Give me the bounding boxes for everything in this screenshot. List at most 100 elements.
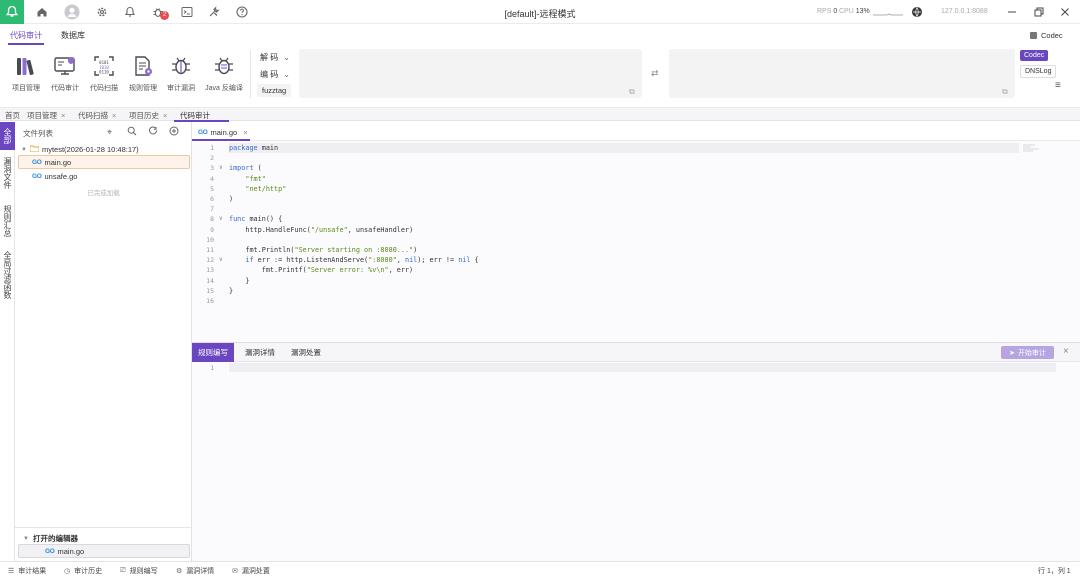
refresh-icon[interactable] [148, 126, 158, 138]
network-icon[interactable] [910, 5, 924, 19]
toolbar-divider [250, 50, 251, 98]
tool-audit-vulns[interactable]: 审计漏洞 [164, 54, 198, 93]
encode-dropdown[interactable]: 编 码 ⌄ [260, 69, 290, 80]
menu-database[interactable]: 数据库 [61, 30, 85, 41]
line-number: 4 [210, 174, 214, 183]
tab-vuln-handling[interactable]: 漏洞处置 [285, 343, 327, 362]
line-number: 15 [206, 286, 214, 295]
loaded-hint: 已完成加载 [87, 190, 120, 197]
server-address: 127.0.0.1:8088 [941, 8, 988, 15]
page-tabs: 首页 项目管理 × 代码扫描 × 项目历史 × 代码审计 [0, 107, 1080, 122]
tab-project-management[interactable]: 项目管理 × [27, 110, 65, 121]
code-line: if err := http.ListenAndServe(":8080", n… [245, 256, 479, 265]
fold-chevron-icon[interactable]: ∨ [219, 256, 223, 263]
codec-input-area[interactable] [299, 49, 642, 98]
codec-button[interactable]: Codec [1020, 50, 1049, 61]
tools-icon[interactable] [207, 5, 221, 19]
rail-vuln-files[interactable]: 漏洞文件 [0, 152, 15, 194]
status-audit-history[interactable]: ◷ 审计历史 [64, 566, 102, 576]
status-audit-results[interactable]: ☰ 审计结果 [8, 566, 46, 576]
go-file-icon: GO [32, 159, 42, 166]
tab-rule-writing[interactable]: 规则编写 [192, 343, 234, 362]
codec-output-area[interactable] [669, 49, 1015, 98]
tool-label: 代码扫描 [90, 85, 118, 92]
close-icon[interactable]: × [1063, 346, 1069, 357]
line-number: 8 [210, 215, 214, 224]
home-icon[interactable] [35, 5, 49, 19]
folder-icon [29, 145, 40, 154]
close-icon[interactable]: × [112, 111, 116, 120]
file-list-title: 文件列表 [23, 129, 53, 138]
codec-top-button[interactable]: Codec [1030, 31, 1063, 40]
status-rule-writing[interactable]: ⎚ 规则编写 [120, 566, 158, 576]
rail-rule-summary[interactable]: 规则汇总 [0, 200, 15, 242]
help-icon[interactable] [235, 5, 249, 19]
minimize-icon[interactable] [1005, 5, 1019, 19]
chevron-down-icon: ▼ [23, 535, 29, 542]
close-icon[interactable]: × [243, 128, 247, 137]
line-number: 7 [210, 205, 214, 214]
fold-chevron-icon[interactable]: ∨ [219, 164, 223, 171]
copy-icon[interactable]: ⧉ [1002, 87, 1008, 97]
tab-code-scan[interactable]: 代码扫描 × [78, 110, 116, 121]
tool-label: 代码审计 [51, 85, 79, 92]
gear-icon[interactable] [95, 5, 109, 19]
tool-label: 审计漏洞 [167, 85, 195, 92]
restore-icon[interactable] [1032, 5, 1046, 19]
sort-icon[interactable]: ≡ [1055, 80, 1061, 91]
editor-tab-main-go[interactable]: GO main.go × [198, 128, 248, 137]
file-unsafe-go[interactable]: GO unsafe.go [32, 172, 77, 181]
tool-code-audit[interactable]: 代码审计 [48, 54, 82, 93]
app-logo-icon[interactable] [0, 0, 24, 24]
project-folder[interactable]: ▼ mytest(2026-01-28 10:48:17) [21, 145, 139, 154]
open-editor-row[interactable] [18, 544, 190, 558]
code-line: func main() { [229, 215, 283, 224]
menu-active-indicator [8, 43, 44, 45]
close-icon[interactable]: × [163, 111, 167, 120]
clock-icon: ◷ [64, 568, 71, 575]
tool-project-management[interactable]: 项目管理 [9, 54, 43, 93]
file-main-go[interactable]: GO main.go [32, 158, 71, 167]
tool-code-scan[interactable]: 0101 1010 0110 代码扫描 [87, 54, 121, 93]
line-number: 13 [206, 266, 214, 275]
line-number: 3 [210, 164, 214, 173]
add-icon[interactable] [169, 126, 179, 138]
fuzztag-button[interactable]: fuzztag [257, 84, 292, 97]
decode-dropdown[interactable]: 解 码 ⌄ [260, 52, 290, 63]
tool-label: Java 反编译 [205, 85, 243, 92]
tool-label: 规则管理 [129, 85, 157, 92]
rail-all[interactable]: 全部 [0, 122, 15, 150]
rail-global-filter[interactable]: 全局过滤函数 [0, 246, 15, 304]
user-avatar-icon[interactable] [64, 4, 80, 20]
terminal-icon[interactable] [180, 5, 194, 19]
line-number: 2 [210, 154, 214, 163]
dnslog-button[interactable]: DNSLog [1020, 65, 1057, 78]
start-audit-button[interactable]: ➤ 开始审计 [1001, 346, 1054, 359]
bug-scan-icon [169, 54, 193, 78]
open-editors-header[interactable]: ▼ 打开的编辑器 [23, 533, 78, 544]
search-icon[interactable] [127, 126, 137, 138]
svg-text:0110: 0110 [99, 70, 109, 75]
copy-icon[interactable]: ⧉ [629, 87, 635, 97]
minimap[interactable] [1023, 144, 1045, 152]
close-window-icon[interactable] [1058, 5, 1072, 19]
tab-home[interactable]: 首页 [5, 110, 20, 121]
status-vuln-details[interactable]: ⚙ 漏洞详情 [176, 566, 214, 576]
tab-vuln-details[interactable]: 漏洞详情 [239, 343, 281, 362]
bell-icon[interactable] [123, 5, 137, 19]
cursor-position: 行 1，列 1 [1038, 568, 1071, 575]
code-line: "fmt" [245, 174, 266, 183]
status-vuln-handling[interactable]: ✉ 漏洞处置 [232, 566, 270, 576]
fold-chevron-icon[interactable]: ∨ [219, 215, 223, 222]
open-editor-main-go[interactable]: GO main.go [45, 547, 84, 556]
code-area[interactable]: 1 package main 2 3 ∨ import (4 "fmt" 5 "net/ht… [192, 141, 1080, 342]
tool-java-decompile[interactable]: Java 反编译 [203, 54, 245, 93]
tool-rule-management[interactable]: 规则管理 [126, 54, 160, 93]
swap-icon[interactable]: ⇄ [651, 68, 659, 79]
tab-project-history[interactable]: 项目历史 × [129, 110, 167, 121]
line-number: 6 [210, 195, 214, 203]
rule-editor-area[interactable]: 1 [192, 362, 1080, 562]
close-icon[interactable]: × [61, 111, 65, 120]
locate-icon[interactable]: ⌖ [107, 127, 112, 138]
menu-code-audit[interactable]: 代码审计 [10, 30, 42, 41]
